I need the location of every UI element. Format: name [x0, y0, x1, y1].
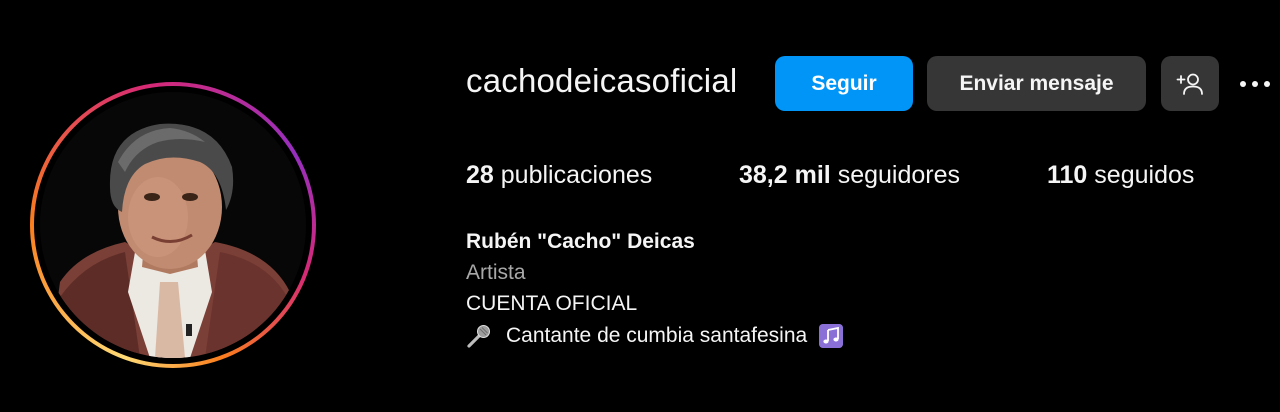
send-message-button[interactable]: Enviar mensaje — [927, 56, 1146, 111]
profile-full-name: Rubén "Cacho" Deicas — [466, 230, 695, 253]
more-options-icon[interactable] — [1240, 72, 1280, 96]
followers-count: 38,2 mil — [739, 161, 831, 189]
bio-text: Cantante de cumbia santafesina — [506, 324, 808, 347]
musical-notes-emoji-icon — [819, 324, 844, 348]
following-count: 110 — [1047, 161, 1088, 189]
following-label: seguidos — [1094, 161, 1195, 189]
more-dot — [1264, 81, 1270, 87]
more-dot — [1252, 81, 1258, 87]
bio-line-with-emoji: Cantante de cumbia santafesina — [466, 323, 844, 349]
avatar-portrait-image — [40, 92, 306, 358]
profile-username: cachodeicasoficial — [466, 62, 738, 99]
avatar[interactable] — [40, 92, 306, 358]
microphone-emoji-icon — [467, 325, 490, 348]
followers-stat[interactable]: 38,2 mil seguidores — [739, 161, 960, 190]
posts-stat: 28 publicaciones — [466, 161, 652, 190]
avatar-gap — [34, 86, 312, 364]
following-stat[interactable]: 110 seguidos — [1047, 161, 1194, 190]
suggest-account-button[interactable] — [1161, 56, 1219, 111]
bio-line: CUENTA OFICIAL — [466, 292, 638, 315]
story-ring[interactable] — [30, 82, 316, 368]
followers-label: seguidores — [837, 161, 960, 189]
follow-button[interactable]: Seguir — [775, 56, 913, 111]
profile-category: Artista — [466, 261, 526, 284]
posts-label: publicaciones — [500, 161, 653, 189]
profile-page: cachodeicasoficial Seguir Enviar mensaje… — [0, 0, 1280, 412]
add-person-icon — [1176, 73, 1203, 95]
posts-count: 28 — [466, 161, 494, 189]
more-dot — [1240, 81, 1246, 87]
